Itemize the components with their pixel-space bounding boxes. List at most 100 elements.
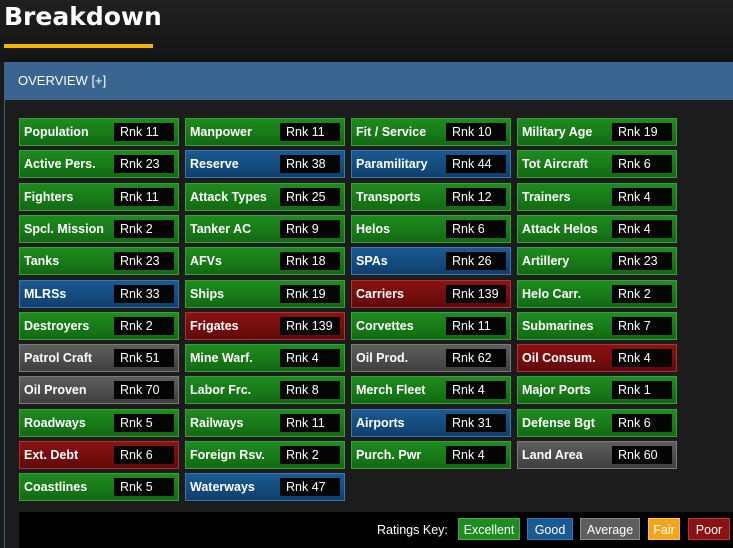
stat-rank: Rnk 9 [280, 219, 340, 238]
breakdown-panel: OVERVIEW [+] Population Rnk 11 Manpower Rnk… [4, 62, 733, 548]
stat-cell[interactable]: Reserve Rnk 38 [185, 150, 345, 179]
stat-rank: Rnk 6 [446, 219, 506, 238]
stat-label: Paramilitary [356, 157, 428, 172]
stat-rank: Rnk 23 [114, 155, 174, 174]
stat-rank: Rnk 25 [280, 187, 340, 206]
stat-cell[interactable]: Tanker AC Rnk 9 [185, 214, 345, 243]
stat-cell[interactable]: AFVs Rnk 18 [185, 247, 345, 276]
stat-cell[interactable]: Land Area Rnk 60 [517, 441, 677, 469]
stat-cell[interactable]: Waterways Rnk 47 [185, 473, 345, 502]
stat-rank: Rnk 11 [114, 123, 174, 141]
stat-cell[interactable]: Roadways Rnk 5 [19, 408, 179, 437]
stat-cell[interactable]: Oil Consum. Rnk 4 [517, 344, 677, 373]
stat-cell[interactable]: Labor Frc. Rnk 8 [185, 376, 345, 405]
title-underline [4, 44, 153, 48]
stat-cell[interactable]: Fighters Rnk 11 [19, 182, 179, 211]
stat-label: Attack Types [190, 189, 267, 204]
stat-rank: Rnk 139 [280, 316, 340, 335]
stat-label: Major Ports [522, 383, 591, 398]
stat-cell[interactable]: Destroyers Rnk 2 [19, 311, 179, 340]
stat-cell[interactable]: MLRSs Rnk 33 [19, 279, 179, 308]
stat-label: Mine Warf. [190, 351, 253, 366]
stat-cell[interactable]: Corvettes Rnk 11 [351, 311, 511, 340]
stat-cell[interactable]: Tanks Rnk 23 [19, 247, 179, 276]
stat-cell[interactable]: Coastlines Rnk 5 [19, 473, 179, 502]
stat-label: Submarines [522, 318, 594, 333]
stat-cell[interactable]: Submarines Rnk 7 [517, 311, 677, 340]
stat-label: Frigates [190, 318, 239, 333]
stat-cell[interactable]: Foreign Rsv. Rnk 2 [185, 441, 345, 469]
stat-cell[interactable]: Tot Aircraft Rnk 6 [517, 150, 677, 179]
stat-rank: Rnk 62 [446, 349, 506, 368]
stat-cell[interactable]: Airports Rnk 31 [351, 408, 511, 437]
stat-rank: Rnk 51 [114, 349, 174, 368]
stat-label: Waterways [190, 480, 255, 495]
stat-label: Reserve [190, 157, 239, 172]
stat-cell[interactable]: Artillery Rnk 23 [517, 247, 677, 276]
stat-label: Active Pers. [24, 157, 96, 172]
stat-cell[interactable]: Railways Rnk 11 [185, 408, 345, 437]
stat-cell[interactable]: Purch. Pwr Rnk 4 [351, 441, 511, 469]
stat-cell[interactable]: Military Age Rnk 19 [517, 118, 677, 146]
stat-rank: Rnk 31 [446, 413, 506, 432]
stat-rank: Rnk 7 [612, 316, 672, 335]
stat-label: Carriers [356, 286, 404, 301]
stat-rank: Rnk 2 [114, 219, 174, 238]
stat-cell[interactable]: Defense Bgt Rnk 6 [517, 408, 677, 437]
stat-rank: Rnk 44 [446, 155, 506, 174]
stat-label: Attack Helos [522, 221, 598, 236]
stat-cell[interactable]: Spcl. Mission Rnk 2 [19, 214, 179, 243]
stat-label: Tanker AC [190, 221, 252, 236]
stat-label: Fighters [24, 189, 74, 204]
stat-cell[interactable]: Population Rnk 11 [19, 118, 179, 146]
stat-cell[interactable]: Ext. Debt Rnk 6 [19, 441, 179, 469]
key-average: Average [580, 518, 640, 540]
stat-rank: Rnk 8 [280, 381, 340, 400]
overview-toggle[interactable]: OVERVIEW [+] [5, 62, 733, 100]
stat-cell[interactable]: Frigates Rnk 139 [185, 311, 345, 340]
stat-cell[interactable]: Mine Warf. Rnk 4 [185, 344, 345, 373]
stat-rank: Rnk 38 [280, 155, 340, 174]
stat-cell[interactable]: Helos Rnk 6 [351, 214, 511, 243]
stat-cell[interactable]: Trainers Rnk 4 [517, 182, 677, 211]
stat-label: Tanks [24, 254, 60, 269]
stat-cell[interactable]: Active Pers. Rnk 23 [19, 150, 179, 179]
stat-cell[interactable]: Transports Rnk 12 [351, 182, 511, 211]
stat-cell[interactable]: Manpower Rnk 11 [185, 118, 345, 146]
stat-label: Ext. Debt [24, 448, 79, 462]
stat-cell[interactable]: Oil Prod. Rnk 62 [351, 344, 511, 373]
stat-rank: Rnk 19 [612, 123, 672, 141]
stat-label: Corvettes [356, 318, 414, 333]
stat-cell[interactable]: Helo Carr. Rnk 2 [517, 279, 677, 308]
stat-label: Transports [356, 189, 421, 204]
stat-rank: Rnk 2 [612, 284, 672, 303]
stat-label: Destroyers [24, 318, 90, 333]
stat-rank: Rnk 18 [280, 252, 340, 271]
stat-cell[interactable]: Carriers Rnk 139 [351, 279, 511, 308]
stat-rank: Rnk 11 [280, 123, 340, 141]
page-title: Breakdown [4, 2, 162, 31]
stat-cell[interactable]: Ships Rnk 19 [185, 279, 345, 308]
stat-cell[interactable]: Oil Proven Rnk 70 [19, 376, 179, 405]
stat-cell[interactable]: Attack Helos Rnk 4 [517, 214, 677, 243]
stat-cell[interactable]: Paramilitary Rnk 44 [351, 150, 511, 179]
stat-rank: Rnk 11 [446, 316, 506, 335]
stat-label: Foreign Rsv. [190, 448, 265, 462]
stat-rank: Rnk 12 [446, 187, 506, 206]
stat-cell[interactable]: SPAs Rnk 26 [351, 247, 511, 276]
stat-label: Military Age [522, 125, 593, 139]
stat-cell[interactable]: Fit / Service Rnk 10 [351, 118, 511, 146]
stat-rank: Rnk 4 [612, 187, 672, 206]
stat-cell[interactable]: Patrol Craft Rnk 51 [19, 344, 179, 373]
stat-cell[interactable]: Merch Fleet Rnk 4 [351, 376, 511, 405]
stat-rank: Rnk 19 [280, 284, 340, 303]
stat-cell[interactable]: Attack Types Rnk 25 [185, 182, 345, 211]
ratings-key-label: Ratings Key: [377, 523, 448, 537]
stat-label: Defense Bgt [522, 415, 595, 430]
stat-label: Tot Aircraft [522, 157, 588, 172]
stat-rank: Rnk 23 [114, 252, 174, 271]
stat-rank: Rnk 1 [612, 381, 672, 400]
stat-rank: Rnk 139 [446, 284, 506, 303]
stat-cell[interactable]: Major Ports Rnk 1 [517, 376, 677, 405]
stat-rank: Rnk 4 [446, 446, 506, 464]
